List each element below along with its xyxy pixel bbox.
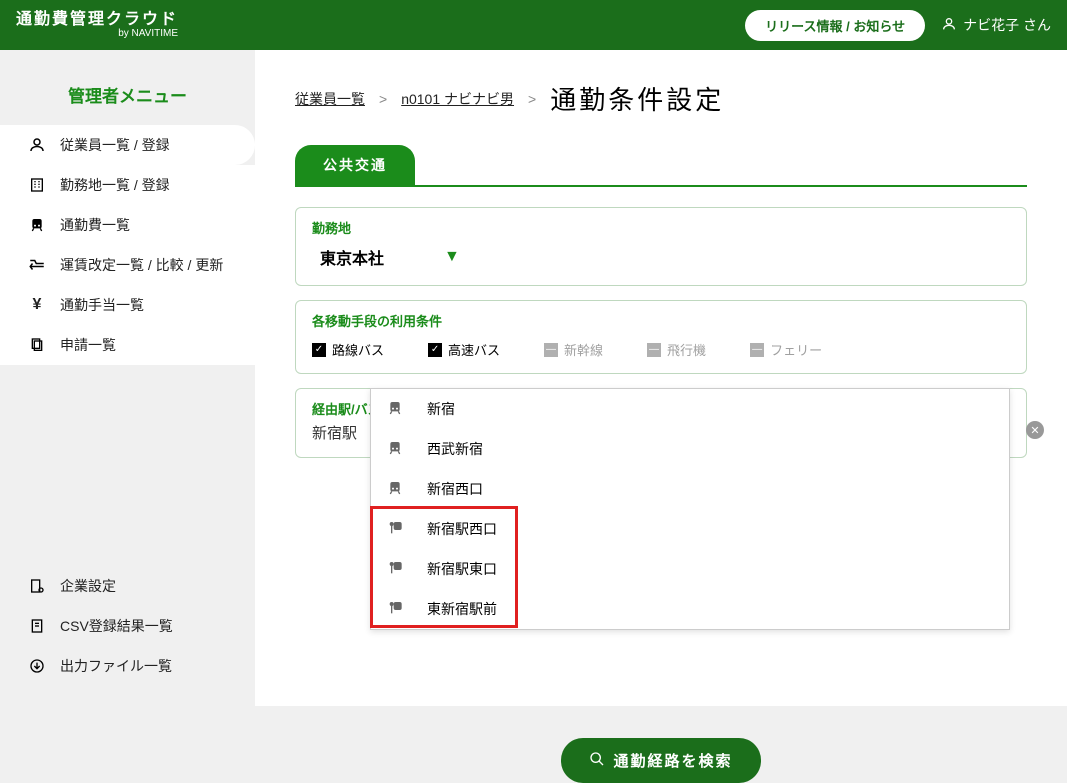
dropdown-item[interactable]: 新宿	[371, 389, 1009, 429]
search-icon	[589, 751, 605, 771]
user-icon	[941, 16, 957, 35]
workplace-card: 勤務地 東京本社 ▼	[295, 207, 1027, 286]
breadcrumb-level1[interactable]: 従業員一覧	[295, 89, 365, 109]
checkbox-label: 飛行機	[667, 340, 706, 359]
sidebar-item-label: 出力ファイル一覧	[60, 656, 172, 676]
breadcrumb: 従業員一覧 > n0101 ナビナビ男 > 通勤条件設定	[295, 80, 1027, 117]
dropdown-item-label: 新宿駅西口	[427, 519, 497, 539]
caret-down-icon: ▼	[444, 248, 460, 266]
app-title: 通勤費管理クラウド	[16, 11, 178, 29]
files-icon	[28, 336, 46, 354]
header-brand: 通勤費管理クラウド by NAVITIME	[16, 11, 178, 40]
search-button-label: 通勤経路を検索	[613, 750, 732, 771]
workplace-value: 東京本社	[320, 245, 384, 269]
sidebar-item-label: 企業設定	[60, 576, 116, 596]
train-icon	[387, 440, 405, 459]
dropdown-item[interactable]: 新宿駅西口	[371, 509, 1009, 549]
sidebar-item-workplace[interactable]: 勤務地一覧 / 登録	[0, 165, 255, 205]
bus-stop-icon	[387, 600, 405, 619]
sidebar-item-commuting-cost[interactable]: 通勤費一覧	[0, 205, 255, 245]
sidebar-item-label: 運賃改定一覧 / 比較 / 更新	[60, 255, 223, 275]
station-autocomplete-dropdown[interactable]: 新宿 西武新宿 新宿西口 新宿駅西口 新宿駅東口 東新宿駅前	[370, 388, 1010, 630]
tab-public-transport[interactable]: 公共交通	[295, 145, 415, 185]
dropdown-item[interactable]: 新宿駅東口	[371, 549, 1009, 589]
workplace-select[interactable]: 東京本社 ▼	[312, 243, 468, 271]
app-subtitle: by NAVITIME	[16, 28, 178, 39]
checkbox-icon: —	[750, 343, 764, 357]
breadcrumb-level2[interactable]: n0101 ナビナビ男	[401, 89, 514, 109]
sidebar-item-employees[interactable]: 従業員一覧 / 登録	[0, 125, 255, 165]
sidebar-header: 管理者メニュー	[0, 70, 255, 125]
workplace-label: 勤務地	[312, 218, 1010, 237]
bus-stop-icon	[387, 560, 405, 579]
sidebar-item-allowance[interactable]: ¥ 通勤手当一覧	[0, 285, 255, 325]
checkbox-label: 路線バス	[332, 340, 384, 359]
building-icon	[28, 176, 46, 194]
sidebar-item-company-settings[interactable]: 企業設定	[0, 566, 255, 606]
dropdown-item-label: 東新宿駅前	[427, 599, 497, 619]
breadcrumb-current: 通勤条件設定	[550, 80, 724, 117]
header: 通勤費管理クラウド by NAVITIME リリース情報 / お知らせ ナビ花子…	[0, 0, 1067, 50]
checkbox-icon: —	[647, 343, 661, 357]
dropdown-item-label: 新宿西口	[427, 479, 483, 499]
dropdown-item[interactable]: 東新宿駅前	[371, 589, 1009, 629]
sidebar-item-fare-revision[interactable]: 運賃改定一覧 / 比較 / 更新	[0, 245, 255, 285]
building-cog-icon	[28, 577, 46, 595]
breadcrumb-sep: >	[528, 91, 536, 107]
sidebar-item-label: 勤務地一覧 / 登録	[60, 175, 170, 195]
person-icon	[28, 136, 46, 154]
bus-stop-icon	[387, 520, 405, 539]
tab-underline	[295, 185, 1027, 187]
checkbox-icon: ✓	[428, 343, 442, 357]
checkbox-shinkansen[interactable]: — 新幹線	[544, 340, 603, 359]
conditions-label: 各移動手段の利用条件	[312, 311, 1010, 330]
dropdown-item-label: 西武新宿	[427, 439, 483, 459]
checkbox-label: 高速バス	[448, 340, 500, 359]
sidebar-item-applications[interactable]: 申請一覧	[0, 325, 255, 365]
yen-icon: ¥	[28, 296, 46, 314]
sidebar-item-output-files[interactable]: 出力ファイル一覧	[0, 646, 255, 686]
train-icon	[387, 400, 405, 419]
header-right: リリース情報 / お知らせ ナビ花子 さん	[745, 10, 1051, 41]
conditions-card: 各移動手段の利用条件 ✓ 路線バス ✓ 高速バス — 新幹線 — 飛行機 — フェリー	[295, 300, 1027, 374]
conditions-options: ✓ 路線バス ✓ 高速バス — 新幹線 — 飛行機 — フェリー	[312, 340, 1010, 359]
sidebar-item-label: 従業員一覧 / 登録	[60, 135, 170, 155]
checkbox-ferry[interactable]: — フェリー	[750, 340, 822, 359]
doc-icon	[28, 617, 46, 635]
dropdown-item[interactable]: 西武新宿	[371, 429, 1009, 469]
checkbox-label: 新幹線	[564, 340, 603, 359]
dropdown-item-label: 新宿	[427, 399, 455, 419]
sidebar-item-csv-results[interactable]: CSV登録結果一覧	[0, 606, 255, 646]
train-icon	[387, 480, 405, 499]
dropdown-item[interactable]: 新宿西口	[371, 469, 1009, 509]
checkbox-route-bus[interactable]: ✓ 路線バス	[312, 340, 384, 359]
checkbox-icon: —	[544, 343, 558, 357]
search-route-button[interactable]: 通勤経路を検索	[561, 738, 760, 783]
user-info[interactable]: ナビ花子 さん	[941, 15, 1051, 35]
train-icon	[28, 216, 46, 234]
checkbox-label: フェリー	[770, 340, 822, 359]
tab-row: 公共交通	[295, 145, 1027, 185]
release-info-button[interactable]: リリース情報 / お知らせ	[745, 10, 925, 41]
sidebar-item-label: 通勤手当一覧	[60, 295, 144, 315]
breadcrumb-sep: >	[379, 91, 387, 107]
checkbox-highway-bus[interactable]: ✓ 高速バス	[428, 340, 500, 359]
sidebar-item-label: 申請一覧	[60, 335, 116, 355]
sidebar: 管理者メニュー 従業員一覧 / 登録 勤務地一覧 / 登録 通勤費一覧 運賃改定…	[0, 50, 255, 706]
money-sync-icon	[28, 256, 46, 274]
sidebar-item-label: CSV登録結果一覧	[60, 616, 173, 636]
dropdown-item-label: 新宿駅東口	[427, 559, 497, 579]
download-icon	[28, 657, 46, 675]
user-name: ナビ花子 さん	[963, 15, 1051, 35]
clear-input-icon[interactable]: ✕	[1026, 421, 1044, 439]
checkbox-airplane[interactable]: — 飛行機	[647, 340, 706, 359]
sidebar-item-label: 通勤費一覧	[60, 215, 130, 235]
checkbox-icon: ✓	[312, 343, 326, 357]
